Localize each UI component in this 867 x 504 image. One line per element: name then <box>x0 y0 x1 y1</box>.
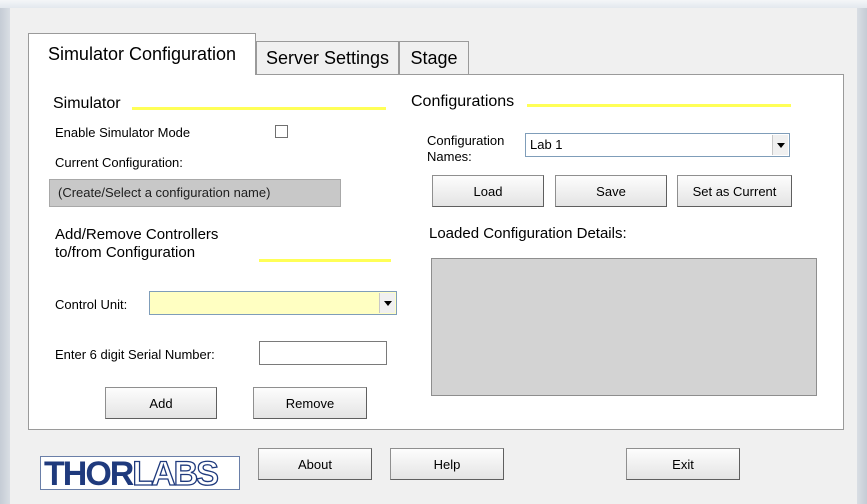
tab-panel-simulator-configuration: Simulator Enable Simulator Mode Current … <box>28 74 844 430</box>
controllers-title-line2: to/from Configuration <box>55 244 196 261</box>
configurations-title-underline <box>527 104 791 107</box>
tab-simulator-configuration[interactable]: Simulator Configuration <box>28 33 256 75</box>
control-unit-dropdown[interactable] <box>149 291 397 315</box>
enable-simulator-checkbox[interactable] <box>275 125 288 138</box>
config-names-arrow-button[interactable] <box>772 135 788 155</box>
help-button[interactable]: Help <box>390 448 504 480</box>
window-left-frame <box>0 8 10 504</box>
add-button[interactable]: Add <box>105 387 217 419</box>
config-names-label-line2: Names: <box>427 149 472 164</box>
simulator-dialog: Simulator Configuration Server Settings … <box>10 8 857 504</box>
remove-button[interactable]: Remove <box>253 387 367 419</box>
config-names-label: Configuration Names: <box>427 133 504 165</box>
loaded-config-details-label: Loaded Configuration Details: <box>429 225 627 242</box>
chevron-down-icon <box>383 300 392 306</box>
logo-text: THORLABS <box>44 456 220 490</box>
simulator-section-title: Simulator <box>53 95 121 112</box>
control-unit-arrow-button[interactable] <box>379 293 395 313</box>
tab-server-settings[interactable]: Server Settings <box>256 41 399 75</box>
configurations-section-title: Configurations <box>411 93 515 110</box>
thorlabs-logo: THORLABS <box>40 456 240 490</box>
about-button[interactable]: About <box>258 448 372 480</box>
config-names-dropdown[interactable]: Lab 1 <box>525 133 790 157</box>
save-button[interactable]: Save <box>555 175 667 207</box>
load-button[interactable]: Load <box>432 175 544 207</box>
current-config-label: Current Configuration: <box>55 155 183 170</box>
current-config-display: (Create/Select a configuration name) <box>49 179 341 207</box>
controllers-title-line1: Add/Remove Controllers <box>55 226 219 243</box>
enable-simulator-label: Enable Simulator Mode <box>55 125 191 140</box>
loaded-config-details-box <box>431 258 817 396</box>
control-unit-label: Control Unit: <box>55 297 128 312</box>
serial-number-input[interactable] <box>259 341 387 365</box>
controllers-title-underline <box>259 259 391 262</box>
exit-button[interactable]: Exit <box>626 448 740 480</box>
simulator-title-underline <box>132 107 386 110</box>
config-names-label-line1: Configuration <box>427 133 505 148</box>
tab-stage[interactable]: Stage <box>399 41 469 75</box>
window-top-edge <box>0 0 867 8</box>
set-as-current-button[interactable]: Set as Current <box>677 175 792 207</box>
controllers-section-title: Add/Remove Controllers to/from Configura… <box>55 226 218 262</box>
window-right-frame <box>857 8 867 504</box>
chevron-down-icon <box>776 142 785 148</box>
serial-number-label: Enter 6 digit Serial Number: <box>55 347 215 362</box>
config-names-value: Lab 1 <box>530 137 563 152</box>
